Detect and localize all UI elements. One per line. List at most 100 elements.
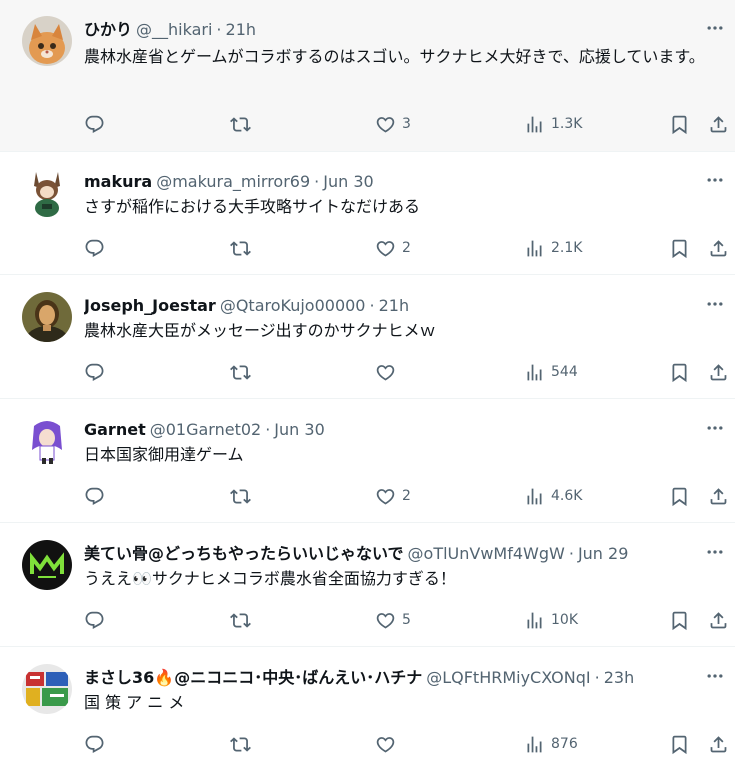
like-button[interactable] (375, 730, 402, 758)
views-button[interactable]: 544 (524, 358, 578, 386)
share-button[interactable] (708, 110, 729, 138)
reply-button[interactable] (84, 482, 105, 510)
separator-dot: · (265, 420, 271, 439)
repost-button[interactable] (230, 730, 251, 758)
tweet-text: 農林水産大臣がメッセージ出すのかサクナヒメｗ (84, 321, 436, 340)
bookmark-icon (672, 611, 687, 630)
tweet-actions: 3 1.3K (84, 110, 729, 138)
share-button[interactable] (708, 730, 729, 758)
display-name[interactable]: 美てい骨@どっちもやったらいいじゃないで (84, 544, 404, 563)
user-handle[interactable]: @__hikari (136, 20, 212, 39)
reply-button[interactable] (84, 730, 105, 758)
share-button[interactable] (708, 234, 729, 262)
share-button[interactable] (708, 358, 729, 386)
timestamp[interactable]: Jun 30 (323, 172, 373, 191)
more-options-button[interactable] (703, 416, 727, 440)
repost-button[interactable] (230, 234, 251, 262)
like-button[interactable]: 3 (375, 110, 411, 138)
display-name[interactable]: Garnet (84, 420, 146, 439)
more-horizontal-icon (707, 26, 723, 30)
bookmark-icon (672, 239, 687, 258)
separator-dot: · (314, 172, 320, 191)
separator-dot: · (216, 20, 222, 39)
avatar[interactable] (22, 292, 72, 342)
display-name[interactable]: ひかり (84, 20, 132, 39)
bookmark-button[interactable] (669, 606, 690, 634)
views-button[interactable]: 1.3K (524, 110, 582, 138)
bookmark-button[interactable] (669, 358, 690, 386)
user-handle[interactable]: @LQFtHRMiyCXONqI (426, 668, 590, 687)
user-handle[interactable]: @QtaroKujo00000 (220, 296, 366, 315)
user-handle[interactable]: @oTlUnVwMf4WgW (408, 544, 565, 563)
reply-feed: ひかり @__hikari · 21h 農林水産省とゲームがコラボするのはスゴい。サク… (0, 0, 735, 780)
views-button[interactable]: 876 (524, 730, 578, 758)
repost-button[interactable] (230, 606, 251, 634)
views-chart-icon (527, 488, 542, 504)
reply-icon (85, 611, 104, 629)
tweet-item[interactable]: Garnet @01Garnet02 · Jun 30 日本国家御用達ゲーム 2 4.… (0, 400, 735, 523)
separator-dot: · (369, 296, 375, 315)
reply-button[interactable] (84, 234, 105, 262)
avatar[interactable] (22, 416, 72, 466)
tweet-actions: 876 (84, 730, 729, 758)
avatar[interactable] (22, 168, 72, 218)
views-chart-icon (527, 612, 542, 628)
heart-icon (376, 612, 395, 629)
reply-button[interactable] (84, 358, 105, 386)
avatar[interactable] (22, 540, 72, 590)
user-handle[interactable]: @makura_mirror69 (156, 172, 310, 191)
reply-icon (85, 115, 104, 133)
more-options-button[interactable] (703, 540, 727, 564)
reply-icon (85, 239, 104, 257)
more-options-button[interactable] (703, 292, 727, 316)
tweet-item[interactable]: 美てい骨@どっちもやったらいいじゃないで @oTlUnVwMf4WgW · Jun 2… (0, 524, 735, 647)
display-name[interactable]: Joseph_Joestar (84, 296, 216, 315)
tweet-header: 美てい骨@どっちもやったらいいじゃないで @oTlUnVwMf4WgW · Jun 2… (84, 542, 696, 566)
repost-icon (230, 364, 251, 380)
user-handle[interactable]: @01Garnet02 (150, 420, 261, 439)
share-button[interactable] (708, 606, 729, 634)
timestamp[interactable]: Jun 30 (274, 420, 324, 439)
tweet-text: さすが稲作における大手攻略サイトなだけある (84, 197, 421, 216)
repost-button[interactable] (230, 482, 251, 510)
bookmark-button[interactable] (669, 234, 690, 262)
more-options-button[interactable] (703, 664, 727, 688)
more-options-button[interactable] (703, 16, 727, 40)
avatar[interactable] (22, 16, 72, 66)
timestamp[interactable]: Jun 29 (578, 544, 628, 563)
views-button[interactable]: 4.6K (524, 482, 582, 510)
reply-icon (85, 487, 104, 505)
timestamp[interactable]: 21h (379, 296, 410, 315)
reply-button[interactable] (84, 606, 105, 634)
heart-icon (376, 364, 395, 381)
bookmark-button[interactable] (669, 482, 690, 510)
tweet-item[interactable]: ひかり @__hikari · 21h 農林水産省とゲームがコラボするのはスゴい。サク… (0, 0, 735, 152)
tweet-item[interactable]: Joseph_Joestar @QtaroKujo00000 · 21h 農林水産大臣… (0, 276, 735, 399)
display-name[interactable]: makura (84, 172, 152, 191)
bookmark-button[interactable] (669, 730, 690, 758)
views-button[interactable]: 10K (524, 606, 578, 634)
tweet-item[interactable]: まさし36🔥@ニコニコ･中央･ばんえい･ハチナ @LQFtHRMiyCXONqI ·… (0, 648, 735, 780)
views-button[interactable]: 2.1K (524, 234, 582, 262)
more-options-button[interactable] (703, 168, 727, 192)
repost-icon (230, 240, 251, 256)
bookmark-icon (672, 115, 687, 134)
share-icon (710, 363, 727, 380)
tweet-item[interactable]: makura @makura_mirror69 · Jun 30 さすが稲作における大… (0, 152, 735, 275)
share-icon (710, 487, 727, 504)
timestamp[interactable]: 21h (226, 20, 257, 39)
reply-button[interactable] (84, 110, 105, 138)
avatar[interactable] (22, 664, 72, 714)
view-count: 2.1K (551, 240, 583, 256)
like-button[interactable]: 2 (375, 482, 411, 510)
timestamp[interactable]: 23h (604, 668, 635, 687)
like-button[interactable] (375, 358, 402, 386)
repost-button[interactable] (230, 358, 251, 386)
like-button[interactable]: 2 (375, 234, 411, 262)
display-name[interactable]: まさし36🔥@ニコニコ･中央･ばんえい･ハチナ (84, 668, 422, 687)
like-button[interactable]: 5 (375, 606, 411, 634)
bookmark-button[interactable] (669, 110, 690, 138)
view-count: 10K (551, 612, 578, 628)
share-button[interactable] (708, 482, 729, 510)
repost-button[interactable] (230, 110, 251, 138)
